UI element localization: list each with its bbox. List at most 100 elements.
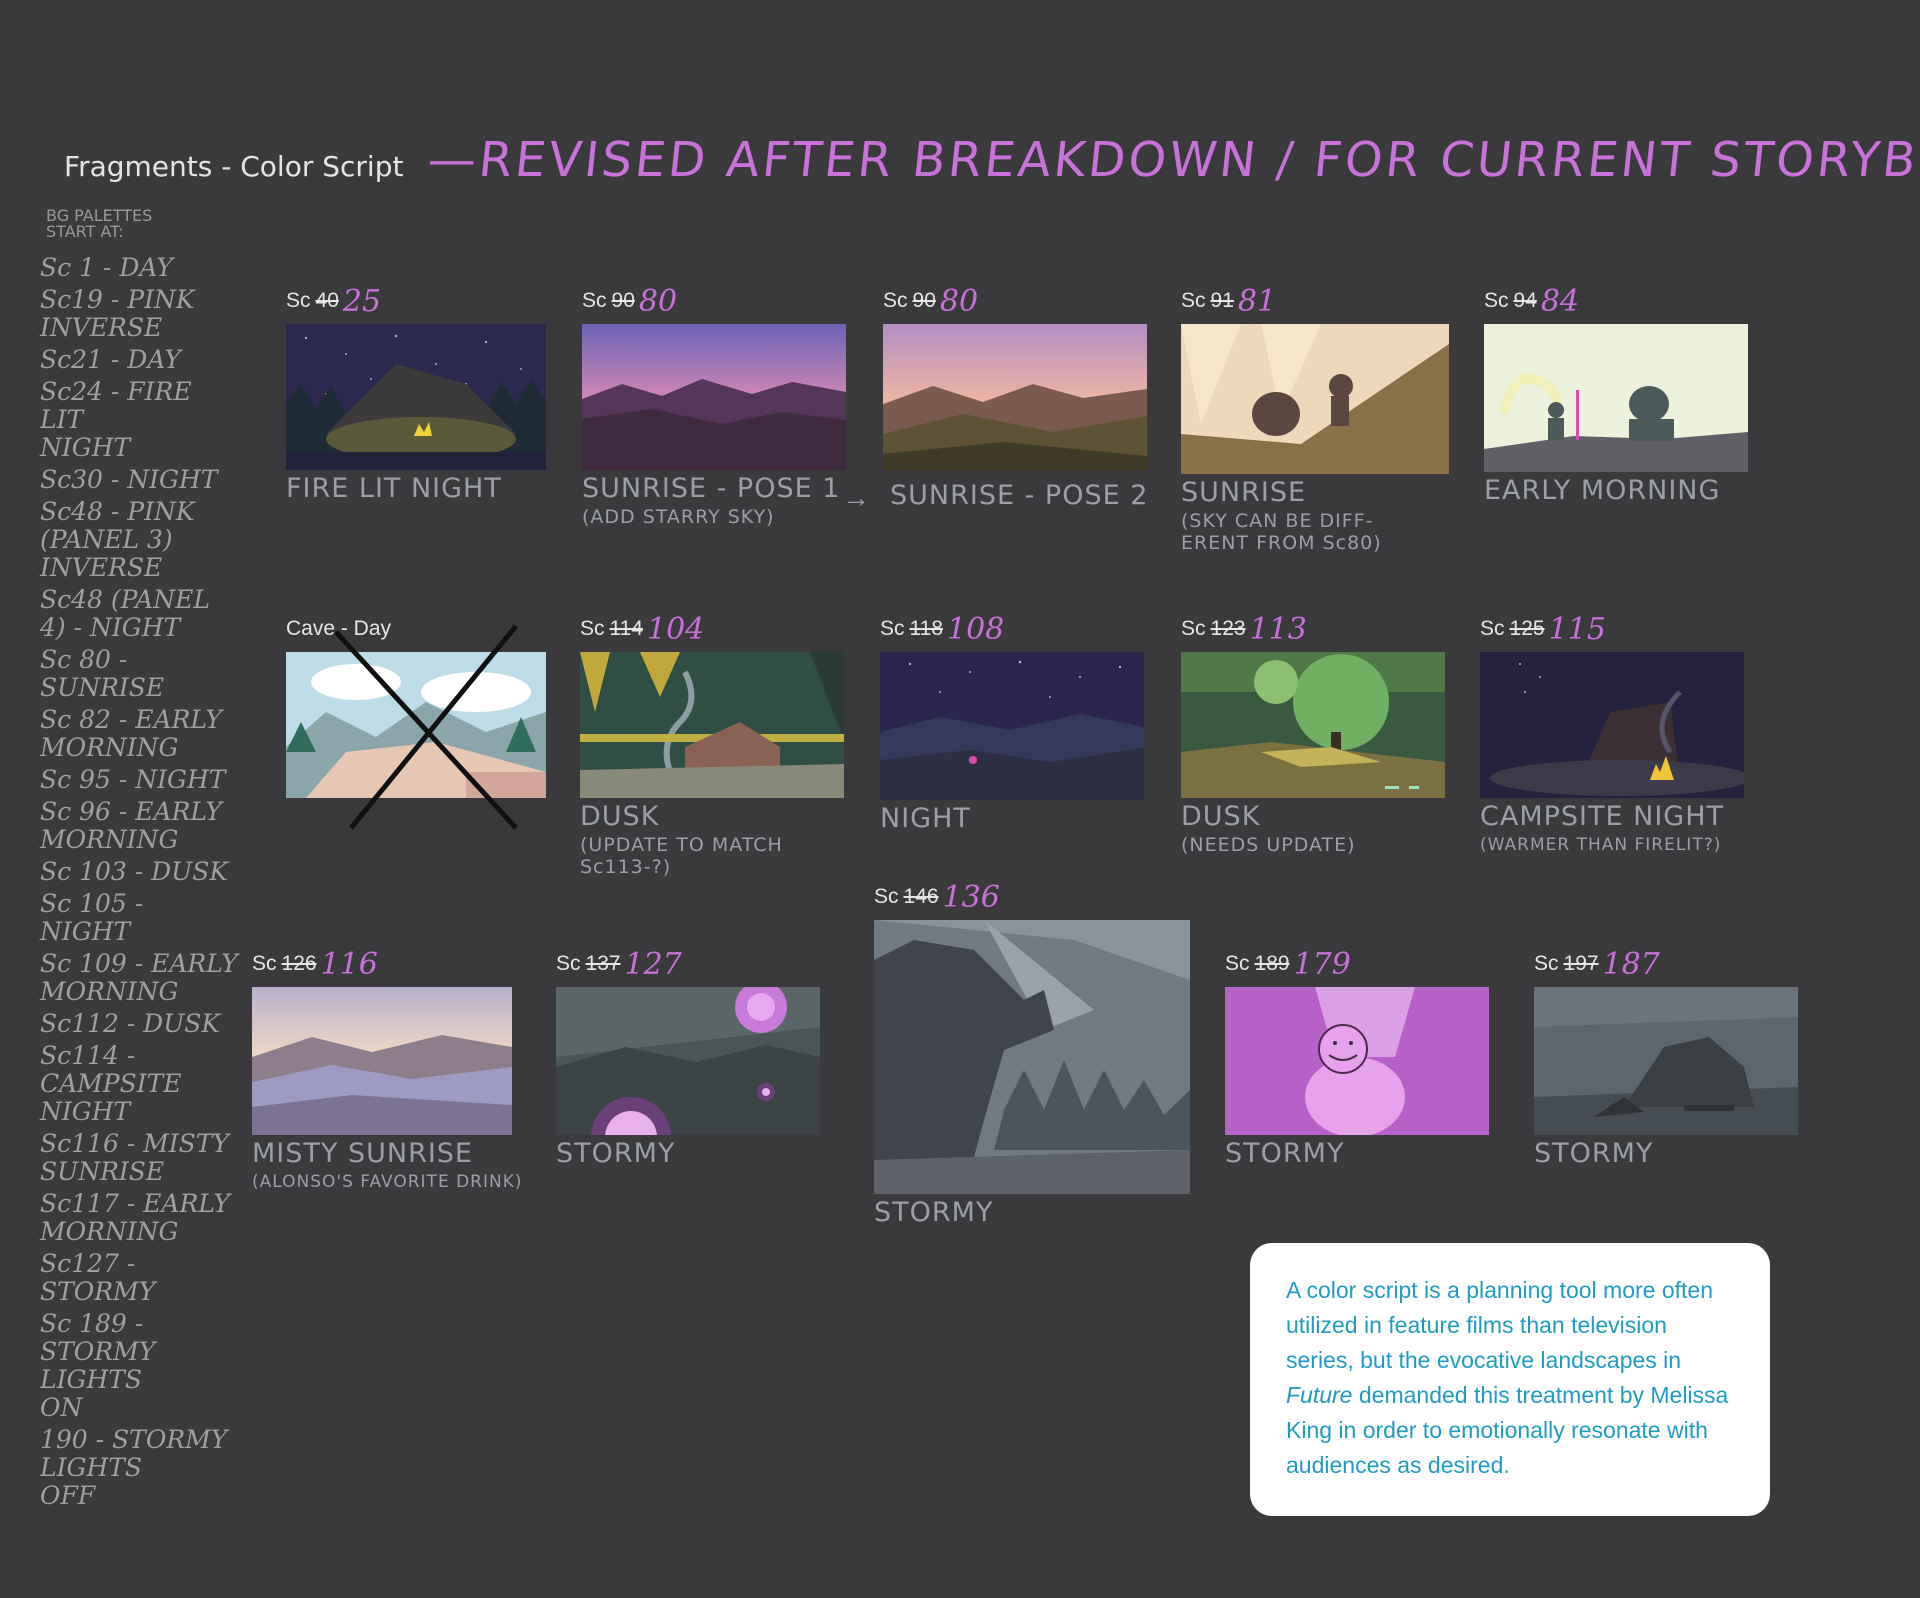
scene-label: Sc 189 179 (1225, 946, 1351, 982)
scene-caption: MISTY SUNRISE (ALONSO'S FAVORITE DRINK) (252, 1138, 523, 1192)
sidebar-heading: BG PALETTES START AT: (46, 206, 153, 241)
sidebar-item: Sc 105 - NIGHT (40, 889, 144, 946)
scene-label: Sc 125 115 (1480, 611, 1606, 647)
scene-label: Sc 114 104 (580, 611, 705, 647)
new-scene-number: 116 (320, 946, 378, 982)
scene-label: Sc 91 81 (1181, 283, 1277, 319)
arrow-icon: → (842, 482, 870, 513)
old-scene-number: 118 (909, 617, 943, 640)
scene-caption: STORMY (1225, 1138, 1345, 1169)
old-scene-number: 90 (912, 289, 936, 312)
old-scene-number: 91 (1210, 289, 1234, 312)
new-scene-number: 115 (1548, 611, 1606, 647)
thumbnail-stormy-orbs (556, 987, 820, 1135)
scene-caption: STORMY (874, 1197, 994, 1228)
scene-caption: EARLY MORNING (1484, 475, 1721, 506)
sidebar-item: 190 - STORMY LIGHTS OFF (40, 1425, 228, 1510)
scene-label: Sc 137 127 (556, 946, 682, 982)
thumbnail-early-morning (1484, 324, 1748, 472)
sidebar-item: Sc 82 - EARLY MORNING (40, 705, 222, 762)
thumbnail-dusk-campsite (580, 652, 844, 798)
new-scene-number: 179 (1293, 946, 1351, 982)
page-title: Fragments - Color Script (64, 150, 404, 183)
thumbnail-campsite-night (1480, 652, 1744, 798)
new-scene-number: 25 (342, 283, 382, 319)
scene-caption: CAMPSITE NIGHT (WARMER THAN FIRELIT?) (1480, 801, 1725, 855)
thumbnail-stormy-wreck (1534, 987, 1798, 1135)
scene-caption: DUSK (NEEDS UPDATE) (1181, 801, 1356, 856)
old-scene-number: 137 (585, 952, 621, 975)
thumbnail-sunrise-pose-2 (883, 324, 1147, 470)
new-scene-number: 136 (942, 879, 1000, 915)
thumbnail-sunrise-silhouettes (1181, 324, 1449, 474)
sidebar-item: Sc48 (PANEL 4) - NIGHT (40, 585, 210, 642)
old-scene-number: 40 (315, 289, 339, 312)
thumbnail-dusk-forest (1181, 652, 1445, 798)
old-scene-number: 123 (1210, 617, 1246, 640)
scene-card-s15: Sc 197 187 STORMY (1534, 947, 1798, 1167)
new-scene-number: 113 (1249, 611, 1307, 647)
thumbnail-stormy-character (1225, 987, 1489, 1135)
color-script-page: Fragments - Color Script —REVISED AFTER … (0, 0, 1920, 1598)
sidebar-item: Sc 1 - DAY (40, 253, 173, 282)
palette-sidebar: BG PALETTES START AT: Sc 1 - DAY Sc19 - … (40, 208, 240, 1514)
sidebar-item: Sc 189 - STORMY LIGHTS ON (40, 1309, 156, 1422)
scene-caption-sunrise-pose-2: SUNRISE - POSE 2 (890, 480, 1149, 511)
sidebar-list: Sc 1 - DAY Sc19 - PINK INVERSE Sc21 - DA… (40, 254, 240, 1510)
new-scene-number: 80 (638, 283, 678, 319)
new-scene-number: 104 (647, 611, 705, 647)
sidebar-item: Sc114 - CAMPSITE NIGHT (40, 1041, 182, 1126)
scene-card-s10: Sc 125 115 CAMPSITE NIGHT (WARMER THAN F… (1480, 612, 1744, 856)
new-scene-number: 108 (947, 611, 1005, 647)
info-italic-title: Future (1286, 1382, 1353, 1408)
scene-caption: DUSK (UPDATE TO MATCH Sc113-?) (580, 801, 783, 878)
sidebar-item: Sc116 - MISTY SUNRISE (40, 1129, 229, 1186)
old-scene-number: 197 (1563, 952, 1599, 975)
scene-label: Sc 197 187 (1534, 946, 1660, 982)
scene-card-s2: Sc 90 80 SUNRISE - POSE 1 (ADD STARRY SK… (582, 284, 846, 528)
scene-card-s5: Sc 94 84 EARLY MORNING (1484, 284, 1748, 504)
thumbnail-stormy-cliff (874, 920, 1190, 1194)
thumbnail-sunrise-pose-1 (582, 324, 846, 470)
scene-label: Sc 118 108 (880, 611, 1005, 647)
info-callout: A color script is a planning tool more o… (1250, 1243, 1770, 1516)
sidebar-item: Sc 96 - EARLY MORNING (40, 797, 222, 854)
old-scene-number: 114 (609, 617, 643, 640)
scene-card-s12: Sc 126 116 MISTY SUNRISE (ALONSO'S FAVOR… (252, 947, 523, 1193)
scene-card-s1: Sc 40 25 FIRE LIT NIGHT (286, 284, 546, 502)
scene-card-s3: Sc 90 80 (883, 284, 1147, 470)
scene-card-s14: Sc 189 179 STORMY (1225, 947, 1489, 1167)
scene-label: Sc 40 25 (286, 283, 382, 319)
old-scene-number: 125 (1509, 617, 1545, 640)
old-scene-number: 94 (1513, 289, 1537, 312)
sidebar-item: Sc 103 - DUSK (40, 857, 229, 886)
scene-label: Sc 90 80 (582, 283, 678, 319)
sidebar-item: Sc127 - STORMY (40, 1249, 156, 1306)
scene-card-s13: Sc 137 127 STORMY (556, 947, 820, 1167)
sidebar-item: Sc 80 - SUNRISE (40, 645, 165, 702)
new-scene-number: 80 (939, 283, 979, 319)
scene-card-s4: Sc 91 81 SUNRISE (SKY CAN BE DIFF-ERENT … (1181, 284, 1449, 554)
sidebar-item: Sc112 - DUSK (40, 1009, 221, 1038)
scene-label: Sc 90 80 (883, 283, 979, 319)
old-scene-number: 189 (1254, 952, 1290, 975)
new-scene-number: 81 (1237, 283, 1277, 319)
old-scene-number: 126 (281, 952, 317, 975)
scene-label: Sc 126 116 (252, 946, 378, 982)
sidebar-item: Sc30 - NIGHT (40, 465, 218, 494)
scene-card-s11: Sc 146 136 STORMY (874, 880, 1190, 1226)
new-scene-number: 127 (624, 946, 682, 982)
sidebar-item: Sc24 - FIRE LIT NIGHT (40, 377, 192, 462)
new-scene-number: 187 (1602, 946, 1660, 982)
scene-card-s7: Sc 114 104 DUSK (UPDATE TO MATCH Sc113-?… (580, 612, 844, 878)
scene-label: Sc 94 84 (1484, 283, 1580, 319)
handwritten-header: —REVISED AFTER BREAKDOWN / FOR CURRENT S… (425, 132, 1920, 188)
sidebar-item: Sc 95 - NIGHT (40, 765, 226, 794)
scene-label: Sc 146 136 (874, 879, 1000, 915)
new-scene-number: 84 (1540, 283, 1580, 319)
old-scene-number: 90 (611, 289, 635, 312)
scene-caption: FIRE LIT NIGHT (286, 473, 502, 504)
sidebar-item: Sc117 - EARLY MORNING (40, 1189, 230, 1246)
thumbnail-fire-lit-night (286, 324, 546, 470)
thumbnail-night (880, 652, 1144, 800)
